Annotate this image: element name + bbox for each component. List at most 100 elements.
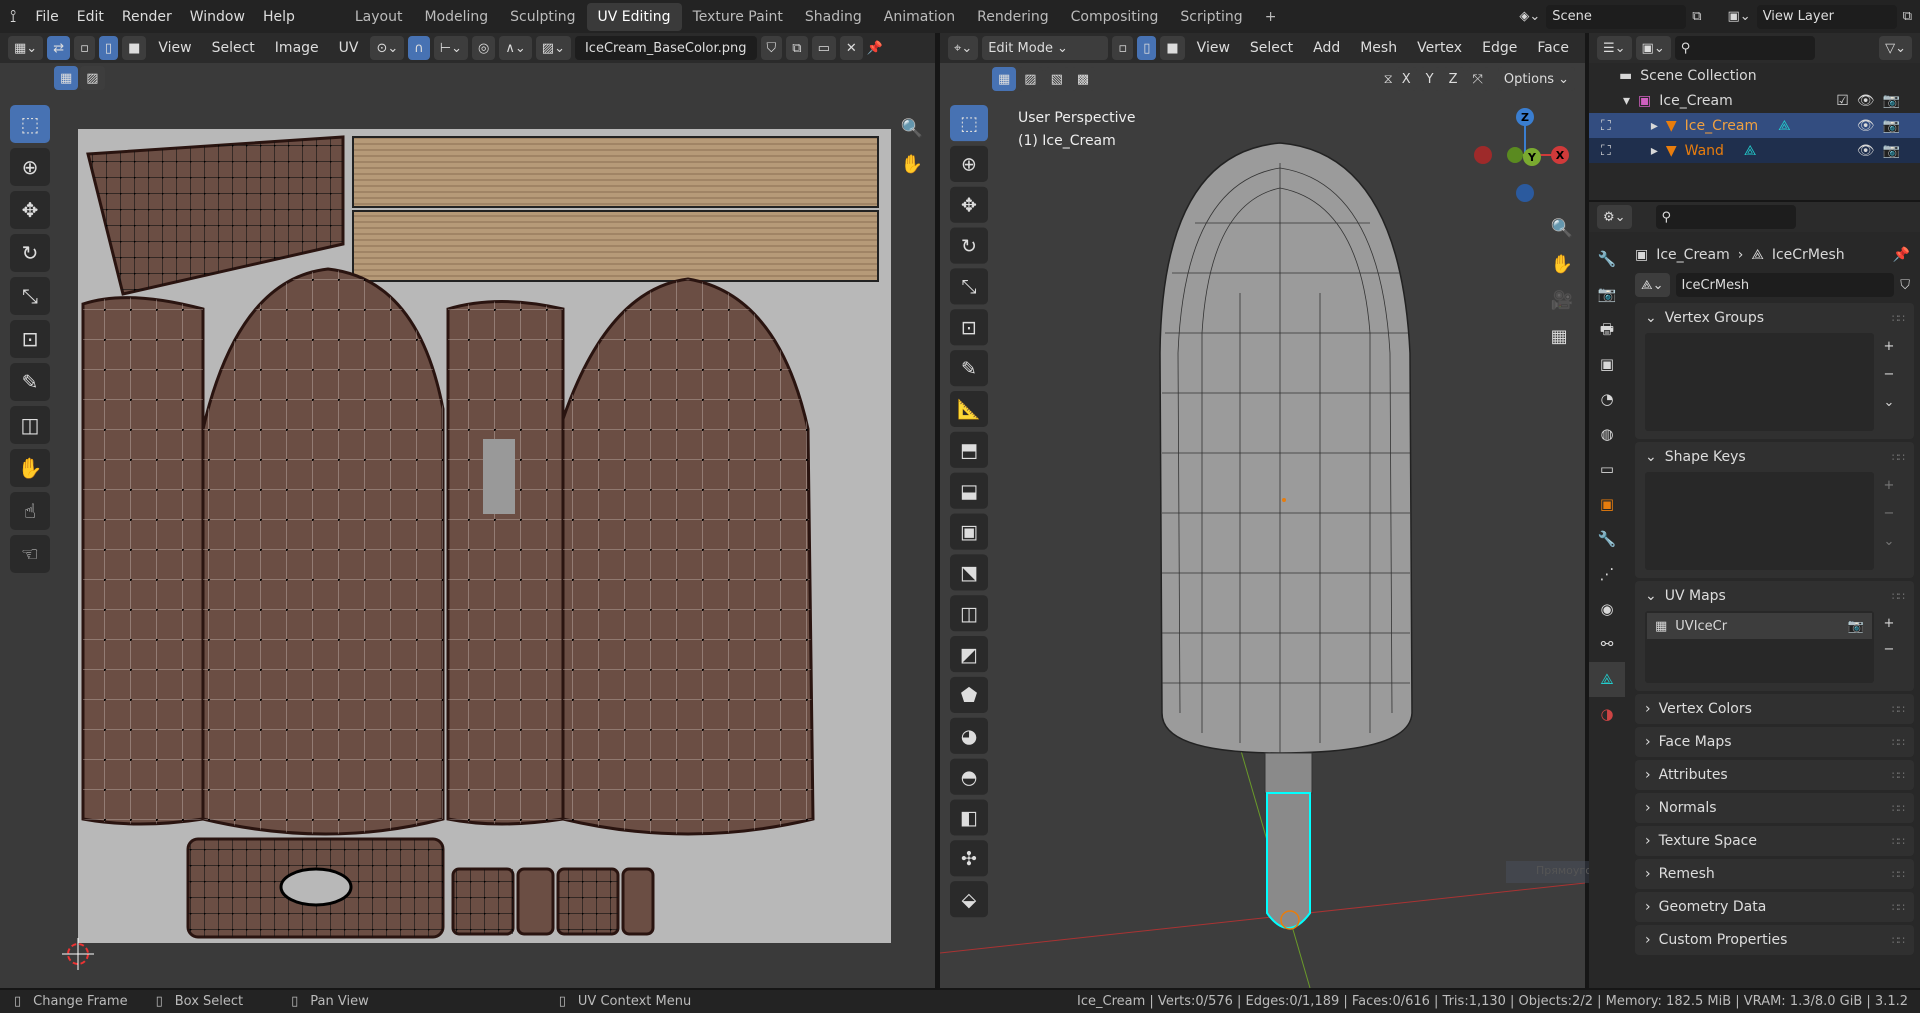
tab-layout[interactable]: Layout (344, 3, 414, 31)
rip-tool-icon[interactable]: ◫ (10, 406, 50, 444)
specials-icon[interactable]: ⌄ (1874, 528, 1904, 556)
panel-header[interactable]: ⌄ UV Maps ∷∷ (1635, 581, 1914, 611)
menu-uv[interactable]: UV (331, 40, 367, 56)
expand-arrow-icon[interactable]: ▸ (1651, 118, 1658, 134)
navigation-gizmo[interactable]: Z X Y (1470, 105, 1570, 205)
mesh-data-icon[interactable]: ⟁ (1744, 143, 1757, 159)
panel-collapsed[interactable]: › Normals ∷∷ (1635, 793, 1914, 823)
menu-select[interactable]: Select (1242, 40, 1301, 56)
open-image-icon[interactable]: ▭ (811, 36, 836, 60)
proportional-edit-icon[interactable]: ◎ (472, 36, 496, 60)
editor-type-icon[interactable]: ⚙⌄ (1597, 205, 1632, 229)
select-mode-edge-icon[interactable]: ▯ (98, 36, 119, 60)
add-icon[interactable]: + (1874, 333, 1904, 361)
pin-icon[interactable]: 📌 (1893, 247, 1910, 263)
viewport-scene[interactable] (940, 93, 1585, 988)
menu-select[interactable]: Select (204, 40, 263, 56)
menu-render[interactable]: Render (113, 9, 181, 25)
panel-header[interactable]: › Normals ∷∷ (1635, 793, 1914, 823)
data-tab-icon[interactable]: ⟁ (1589, 662, 1625, 697)
add-icon[interactable]: + (1874, 611, 1904, 637)
scale-tool-icon[interactable]: ⤡ (10, 277, 50, 315)
properties-search[interactable]: ⚲ (1655, 205, 1796, 229)
menu-window[interactable]: Window (181, 9, 254, 25)
particles-tab-icon[interactable]: ⋰ (1589, 557, 1625, 592)
tab-shading[interactable]: Shading (794, 3, 873, 31)
panel-header[interactable]: ⌄ Shape Keys ∷∷ (1635, 442, 1914, 472)
tool-tab-icon[interactable]: 🔧 (1589, 242, 1625, 277)
modifier-tab-icon[interactable]: 🔧 (1589, 522, 1625, 557)
select-new-icon[interactable]: ▦ (992, 67, 1017, 91)
scene-collection-row[interactable]: ▬ Scene Collection (1589, 63, 1920, 88)
select-new-icon[interactable]: ▦ (54, 66, 79, 90)
options-dropdown[interactable]: Options ⌄ (1497, 67, 1575, 91)
snap-icon[interactable]: ∩ (408, 36, 430, 60)
menu-file[interactable]: File (26, 9, 67, 25)
active-render-icon[interactable]: 📷 (1848, 619, 1864, 634)
tab-rendering[interactable]: Rendering (966, 3, 1060, 31)
vertex-mode-icon[interactable]: ▫ (1112, 36, 1134, 60)
panel-header[interactable]: › Texture Space ∷∷ (1635, 826, 1914, 856)
select-mode-face-icon[interactable]: ■ (122, 36, 147, 60)
uv-canvas[interactable] (78, 129, 891, 943)
image-browse-icon[interactable]: ▨⌄ (535, 36, 571, 60)
physics-tab-icon[interactable]: ◉ (1589, 592, 1625, 627)
pan-icon[interactable]: ✋ (1551, 247, 1573, 283)
mesh-name-field[interactable]: IceCrMesh (1675, 273, 1895, 297)
relax-tool-icon[interactable]: ☝ (10, 492, 50, 530)
menu-view[interactable]: View (1189, 40, 1238, 56)
panel-collapsed[interactable]: › Face Maps ∷∷ (1635, 727, 1914, 757)
tab-scripting[interactable]: Scripting (1169, 3, 1253, 31)
view-layer-field[interactable]: View Layer (1756, 4, 1897, 29)
panel-collapsed[interactable]: › Custom Properties ∷∷ (1635, 925, 1914, 955)
mesh-data-icon[interactable]: ⟁ (1778, 118, 1791, 134)
image-name-field[interactable]: IceCream_BaseColor.png (574, 36, 757, 60)
panel-header[interactable]: ⌄ Vertex Groups ∷∷ (1635, 303, 1914, 333)
new-view-layer-icon[interactable]: ⧉ (1903, 9, 1912, 24)
scene-field[interactable]: Scene (1546, 4, 1687, 29)
ortho-toggle-icon[interactable]: ▦ (1551, 319, 1573, 355)
tab-compositing[interactable]: Compositing (1060, 3, 1170, 31)
edit-mode-icon[interactable]: ⛶ (1601, 118, 1611, 134)
visibility-toggles[interactable]: ☑👁📷 (1836, 93, 1920, 109)
panel-collapsed[interactable]: › Texture Space ∷∷ (1635, 826, 1914, 856)
outliner-search[interactable]: ⚲ (1674, 36, 1815, 60)
panel-header[interactable]: › Geometry Data ∷∷ (1635, 892, 1914, 922)
grab-tool-icon[interactable]: ✋ (10, 449, 50, 487)
menu-help[interactable]: Help (254, 9, 304, 25)
shape-keys-list[interactable] (1645, 472, 1874, 570)
tab-sculpting[interactable]: Sculpting (499, 3, 586, 31)
visibility-toggles[interactable]: 👁📷 (1857, 143, 1920, 159)
cursor-tool-icon[interactable]: ⊕ (10, 148, 50, 186)
annotate-tool-icon[interactable]: ✎ (10, 363, 50, 401)
fake-user-icon[interactable]: ⛉ (760, 36, 783, 60)
view-layer-icon[interactable]: ▣⌄ (1728, 9, 1751, 24)
mesh-browse-icon[interactable]: ⟁⌄ (1635, 273, 1670, 297)
object-tab-icon[interactable]: ▣ (1589, 487, 1625, 522)
menu-image[interactable]: Image (267, 40, 327, 56)
pan-icon[interactable]: ✋ (901, 147, 923, 183)
select-box-tool-icon[interactable]: ⬚ (10, 105, 50, 143)
panel-header[interactable]: › Custom Properties ∷∷ (1635, 925, 1914, 955)
mirror-z[interactable]: Z (1442, 67, 1464, 91)
tab-uv-editing[interactable]: UV Editing (586, 2, 682, 31)
world-tab-icon[interactable]: ◍ (1589, 417, 1625, 452)
panel-collapsed[interactable]: › Geometry Data ∷∷ (1635, 892, 1914, 922)
menu-edit[interactable]: Edit (68, 9, 113, 25)
auto-merge-icon[interactable]: ⤧ (1466, 67, 1489, 91)
outliner-item-wand[interactable]: ⛶ ▸ ▼ Wand ⟁ 👁📷 (1589, 138, 1920, 163)
visibility-toggles[interactable]: 👁📷 (1857, 118, 1920, 134)
view-layer-filter-icon[interactable]: ▣⌄ (1635, 36, 1671, 60)
pivot-icon[interactable]: ⊙⌄ (370, 36, 405, 60)
scene-tab-icon[interactable]: ◔ (1589, 382, 1625, 417)
tab-texture-paint[interactable]: Texture Paint (682, 3, 794, 31)
menu-view[interactable]: View (150, 40, 199, 56)
constraints-tab-icon[interactable]: ⚯ (1589, 627, 1625, 662)
camera-view-icon[interactable]: 🎥 (1551, 283, 1573, 319)
material-tab-icon[interactable]: ◑ (1589, 697, 1625, 732)
new-image-icon[interactable]: ⧉ (786, 36, 808, 60)
mirror-y[interactable]: Y (1419, 67, 1440, 91)
select-subtract-icon[interactable]: ▧ (1044, 67, 1069, 91)
zoom-icon[interactable]: 🔍 (1551, 211, 1573, 247)
select-invert-icon[interactable]: ▩ (1070, 67, 1096, 91)
